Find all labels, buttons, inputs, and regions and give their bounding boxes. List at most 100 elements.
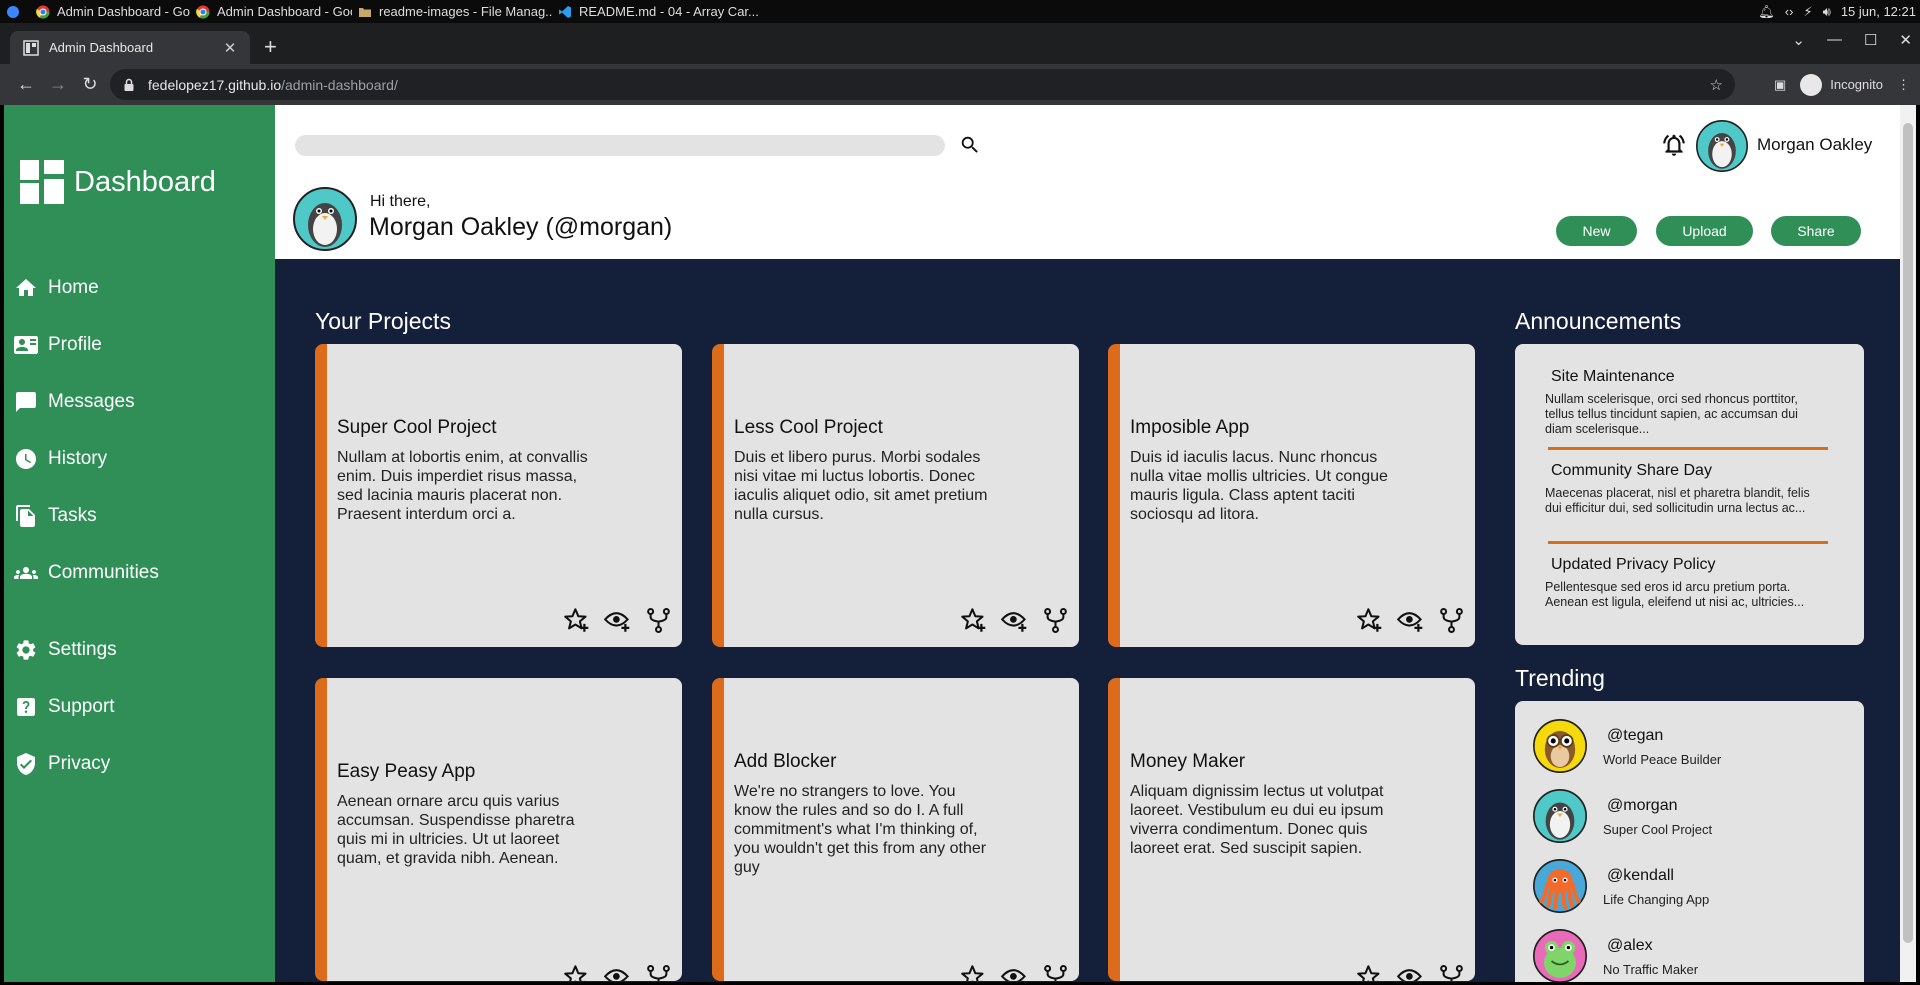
os-tray: 🔔︎ ‹› ⚡︎ 🔊︎ 15 jun, 12:21 (1758, 0, 1920, 23)
sidebar-item-communities[interactable]: Communities (14, 561, 159, 585)
os-task-file-manager[interactable]: readme-images - File Manag... (352, 0, 552, 23)
os-task-chrome-1[interactable]: Admin Dashboard - Google ... (30, 0, 190, 23)
search-icon[interactable] (959, 134, 981, 156)
watch-add-icon[interactable] (1397, 607, 1424, 634)
volume-icon[interactable]: 🔊︎ (1823, 4, 1831, 20)
scrollbar-thumb[interactable] (1903, 123, 1913, 943)
watch-add-icon[interactable] (604, 607, 631, 634)
announcement-item[interactable]: Community Share Day Maecenas placerat, n… (1545, 462, 1815, 516)
watch-add-icon[interactable] (1001, 964, 1028, 981)
close-tab-icon[interactable]: ✕ (220, 39, 240, 57)
message-icon (16, 392, 36, 412)
penguin-avatar (1533, 789, 1587, 843)
sidebar-item-label: Privacy (48, 753, 111, 774)
star-add-icon[interactable] (960, 964, 987, 981)
sidebar-item-privacy[interactable]: Privacy (14, 752, 110, 776)
project-title: Easy Peasy App (337, 761, 476, 782)
watch-add-icon[interactable] (1001, 607, 1028, 634)
close-window-icon[interactable]: ✕ (1899, 31, 1912, 49)
minimize-icon[interactable]: — (1827, 31, 1842, 49)
browser-tab[interactable]: Admin Dashboard ✕ (10, 31, 250, 64)
share-button[interactable]: Share (1771, 216, 1861, 246)
announcements-panel: Site Maintenance Nullam scelerisque, orc… (1515, 344, 1864, 645)
sidebar-item-profile[interactable]: Profile (14, 333, 102, 357)
lock-icon (124, 78, 134, 91)
trending-item[interactable]: @kendall Life Changing App (1533, 859, 1833, 915)
star-add-icon[interactable] (1356, 607, 1383, 634)
tab-title: Admin Dashboard (49, 40, 154, 55)
sidebar-item-messages[interactable]: Messages (14, 390, 135, 414)
os-task-vscode[interactable]: README.md - 04 - Array Car... (552, 0, 762, 23)
fork-icon[interactable] (645, 607, 672, 634)
tab-search-icon[interactable]: ⌄ (1792, 31, 1805, 49)
search-input[interactable] (295, 135, 945, 156)
os-menu-icon[interactable] (0, 0, 30, 23)
os-task-label: Admin Dashboard - Google ... (57, 4, 190, 19)
maximize-icon[interactable]: ☐ (1864, 31, 1877, 49)
brand[interactable]: Dashboard (20, 160, 216, 204)
fork-icon[interactable] (645, 964, 672, 981)
sidebar-item-home[interactable]: Home (14, 276, 99, 300)
url-host: fedelopez17.github.io (148, 76, 282, 93)
bookmark-star-icon[interactable]: ☆ (1710, 76, 1723, 94)
project-description: Nullam at lobortis enim, at convallis en… (337, 449, 588, 523)
trending-handle: @tegan (1607, 727, 1664, 744)
watch-add-icon[interactable] (1397, 964, 1424, 981)
back-icon[interactable]: ← (10, 74, 42, 95)
project-card[interactable]: Imposible App Duis id iaculis lacus. Nun… (1108, 344, 1475, 647)
sidebar-item-label: Messages (48, 391, 135, 412)
user-avatar-penguin[interactable] (1696, 120, 1748, 172)
trending-subtitle: World Peace Builder (1603, 752, 1722, 767)
fork-icon[interactable] (1042, 964, 1069, 981)
reload-icon[interactable]: ↻ (74, 74, 106, 95)
bell-icon[interactable]: 🔔︎ (1758, 4, 1775, 20)
star-add-icon[interactable] (563, 607, 590, 634)
project-card[interactable]: Money Maker Aliquam dignissim lectus ut … (1108, 678, 1475, 981)
project-card[interactable]: Super Cool Project Nullam at lobortis en… (315, 344, 682, 647)
incognito-badge[interactable]: Incognito (1800, 73, 1883, 96)
os-task-chrome-2[interactable]: Admin Dashboard - Google ... (190, 0, 352, 23)
fork-icon[interactable] (1042, 607, 1069, 634)
announcement-item[interactable]: Site Maintenance Nullam scelerisque, orc… (1545, 368, 1815, 437)
star-add-icon[interactable] (563, 964, 590, 981)
clock-icon (16, 449, 36, 469)
sidebar-item-label: Tasks (48, 505, 97, 526)
vscode-icon (559, 5, 571, 18)
project-card[interactable]: Less Cool Project Duis et libero purus. … (712, 344, 1079, 647)
sidebar-item-tasks[interactable]: Tasks (14, 504, 97, 528)
trending-item[interactable]: @alex No Traffic Maker (1533, 929, 1833, 982)
announcement-item[interactable]: Updated Privacy Policy Pellentesque sed … (1545, 556, 1815, 610)
notification-bell-icon[interactable] (1661, 132, 1687, 158)
sidebar-item-history[interactable]: History (14, 447, 107, 471)
header-user-name[interactable]: Morgan Oakley (1757, 135, 1872, 155)
fork-icon[interactable] (1438, 964, 1465, 981)
os-clock[interactable]: 15 jun, 12:21 (1841, 4, 1916, 19)
side-panel-icon[interactable]: ▣ (1774, 77, 1786, 93)
page-scrollbar[interactable] (1900, 105, 1916, 982)
browser-menu-icon[interactable]: ⋮ (1897, 77, 1910, 93)
upload-button[interactable]: Upload (1656, 216, 1753, 246)
project-title: Less Cool Project (734, 417, 883, 438)
project-card[interactable]: Add Blocker We're no strangers to love. … (712, 678, 1079, 981)
network-icon[interactable]: ‹› (1785, 4, 1794, 19)
trending-handle: @morgan (1607, 797, 1678, 814)
sidebar-item-support[interactable]: Support (14, 695, 115, 719)
new-button[interactable]: New (1556, 216, 1637, 246)
address-bar[interactable]: fedelopez17.github.io/admin-dashboard/ ☆ (110, 69, 1735, 100)
new-tab-icon[interactable]: + (264, 35, 277, 59)
os-task-label: readme-images - File Manag... (379, 4, 552, 19)
fork-icon[interactable] (1438, 607, 1465, 634)
star-add-icon[interactable] (1356, 964, 1383, 981)
forward-icon[interactable]: → (42, 74, 74, 95)
announcements-title: Announcements (1515, 308, 1682, 334)
project-card[interactable]: Easy Peasy App Aenean ornare arcu quis v… (315, 678, 682, 981)
announcement-title: Site Maintenance (1551, 368, 1675, 385)
trending-item[interactable]: @tegan World Peace Builder (1533, 719, 1833, 775)
watch-add-icon[interactable] (604, 964, 631, 981)
toolbar-right: ▣ Incognito ⋮ (1774, 64, 1910, 105)
trending-item[interactable]: @morgan Super Cool Project (1533, 789, 1833, 845)
project-description: We're no strangers to love. You know the… (734, 783, 987, 876)
power-icon[interactable]: ⚡︎ (1803, 4, 1812, 20)
star-add-icon[interactable] (960, 607, 987, 634)
sidebar-item-settings[interactable]: Settings (14, 638, 117, 662)
